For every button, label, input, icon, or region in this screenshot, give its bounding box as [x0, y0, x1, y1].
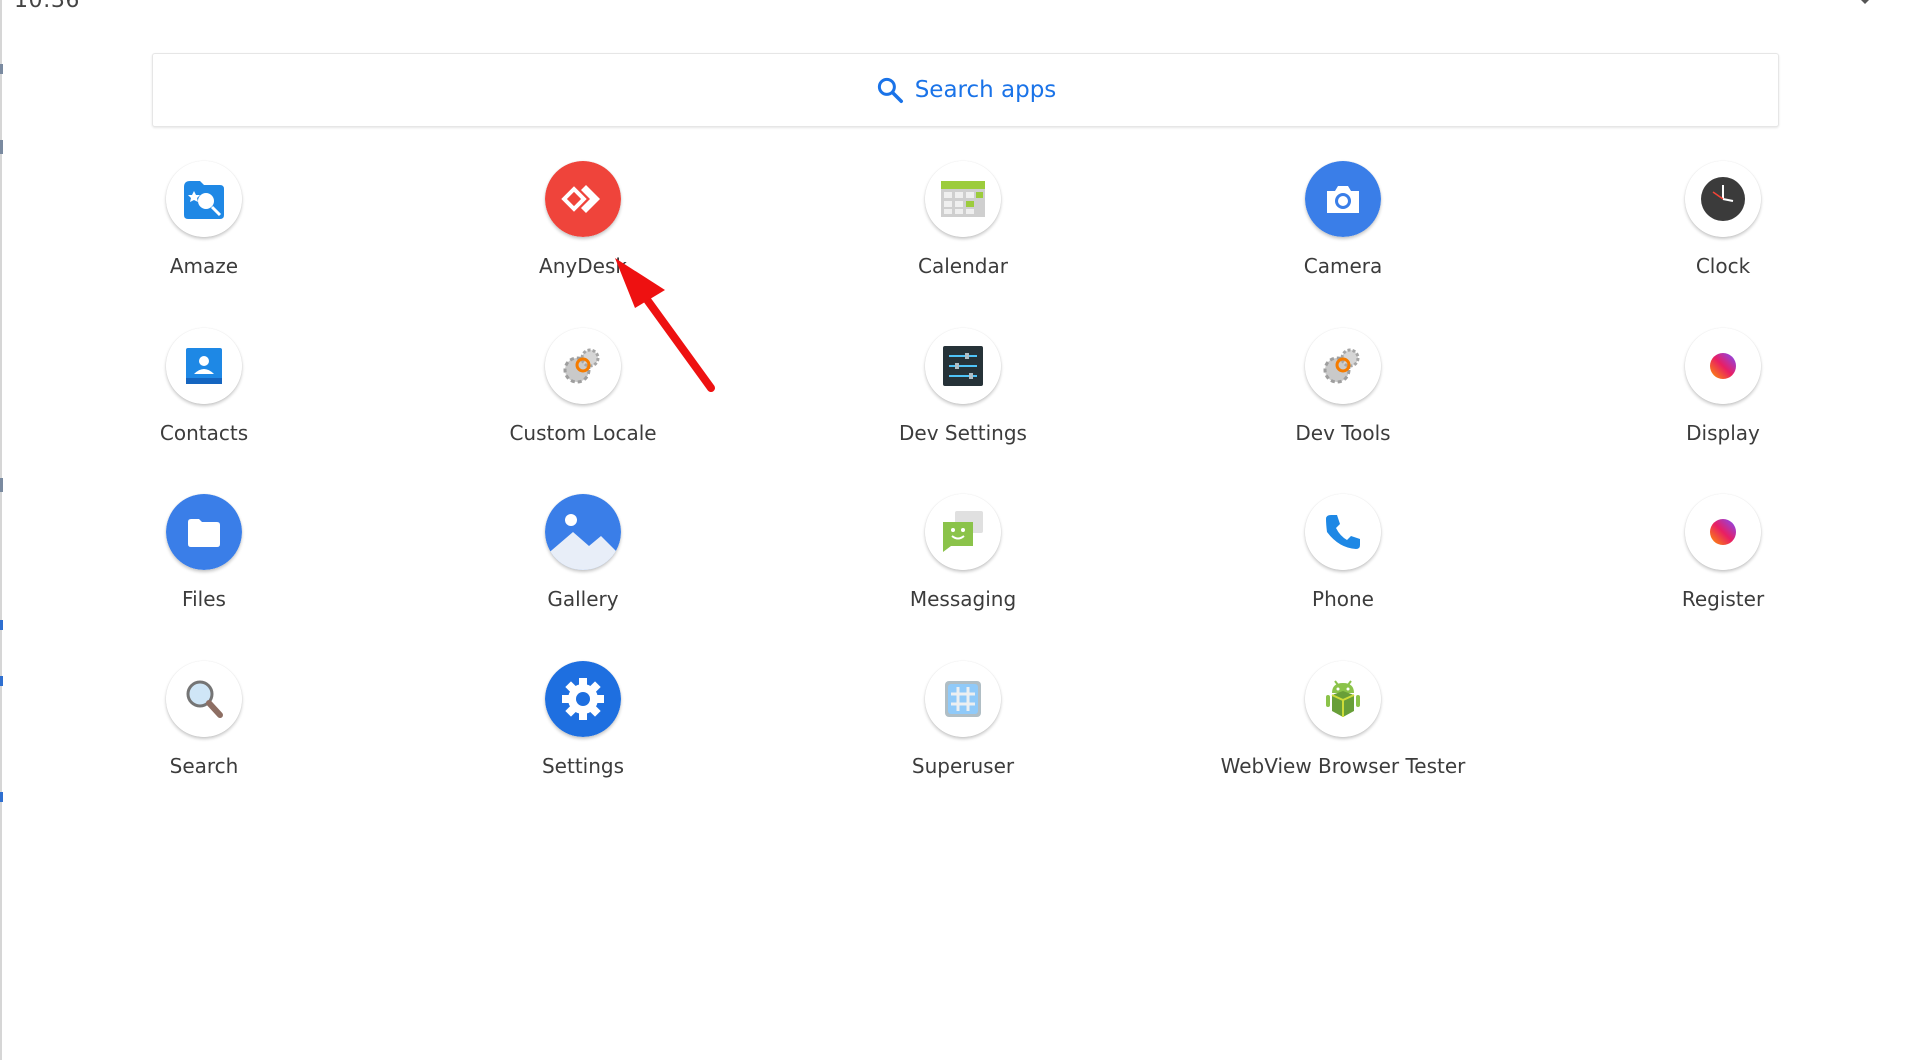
edge-marker	[0, 140, 3, 154]
files-icon	[166, 494, 242, 570]
status-time: 10:36	[14, 0, 80, 13]
anydesk-icon	[545, 161, 621, 237]
app-display[interactable]: Display	[1573, 328, 1873, 445]
app-calendar[interactable]: Calendar	[813, 161, 1113, 278]
edge-marker	[0, 478, 3, 492]
amaze-icon	[166, 161, 242, 237]
app-phone[interactable]: Phone	[1193, 494, 1493, 611]
app-gallery[interactable]: Gallery	[433, 494, 733, 611]
app-label: Contacts	[159, 421, 249, 445]
camera-icon	[1305, 161, 1381, 237]
display-icon	[1685, 328, 1761, 404]
app-label: Register	[1681, 587, 1765, 611]
app-files[interactable]: Files	[54, 494, 354, 611]
app-search[interactable]: Search	[54, 661, 354, 778]
contacts-icon	[166, 328, 242, 404]
app-label: Clock	[1695, 254, 1751, 278]
superuser-icon	[925, 661, 1001, 737]
gallery-icon	[545, 494, 621, 570]
phone-icon	[1305, 494, 1381, 570]
clock-icon	[1685, 161, 1761, 237]
app-label: Dev Tools	[1295, 421, 1391, 445]
settings-icon	[545, 661, 621, 737]
app-webview-browser-tester[interactable]: WebView Browser Tester	[1193, 661, 1493, 778]
register-icon	[1685, 494, 1761, 570]
messaging-icon	[925, 494, 1001, 570]
edge-marker	[0, 676, 3, 686]
app-label: Phone	[1312, 587, 1374, 611]
edge-marker	[0, 64, 3, 74]
app-label: Files	[182, 587, 226, 611]
app-label: Display	[1686, 421, 1760, 445]
app-contacts[interactable]: Contacts	[54, 328, 354, 445]
app-label: Settings	[541, 754, 625, 778]
app-label: Custom Locale	[509, 421, 657, 445]
dev-settings-icon	[925, 328, 1001, 404]
app-camera[interactable]: Camera	[1193, 161, 1493, 278]
search-placeholder: Search apps	[914, 77, 1057, 103]
app-label: Messaging	[909, 587, 1017, 611]
app-superuser[interactable]: Superuser	[813, 661, 1113, 778]
search-icon	[875, 75, 905, 105]
app-label: Superuser	[911, 754, 1015, 778]
edge-marker	[0, 620, 3, 630]
app-register[interactable]: Register	[1573, 494, 1873, 611]
wifi-signal-battery-icon	[1861, 0, 1869, 4]
app-label: Amaze	[169, 254, 239, 278]
webview-icon	[1305, 661, 1381, 737]
app-settings[interactable]: Settings	[433, 661, 733, 778]
calendar-icon	[925, 161, 1001, 237]
app-clock[interactable]: Clock	[1573, 161, 1873, 278]
app-label: Gallery	[547, 587, 619, 611]
app-label: Calendar	[918, 254, 1008, 278]
app-amaze[interactable]: Amaze	[54, 161, 354, 278]
status-icons	[1847, 0, 1917, 8]
window-left-edge	[0, 0, 2, 1060]
app-label: Dev Settings	[899, 421, 1027, 445]
search-app-icon	[166, 661, 242, 737]
app-drawer-screen: 10:36 Search apps Amaze AnyDesk Calendar…	[0, 0, 1917, 1060]
app-label: Camera	[1303, 254, 1383, 278]
app-label: WebView Browser Tester	[1220, 754, 1466, 778]
app-dev-settings[interactable]: Dev Settings	[813, 328, 1113, 445]
dev-tools-icon	[1305, 328, 1381, 404]
red-arrow-annotation	[615, 258, 715, 392]
app-messaging[interactable]: Messaging	[813, 494, 1113, 611]
edge-marker	[0, 792, 3, 802]
app-dev-tools[interactable]: Dev Tools	[1193, 328, 1493, 445]
app-label: Search	[169, 754, 239, 778]
search-apps-bar[interactable]: Search apps	[152, 53, 1779, 127]
